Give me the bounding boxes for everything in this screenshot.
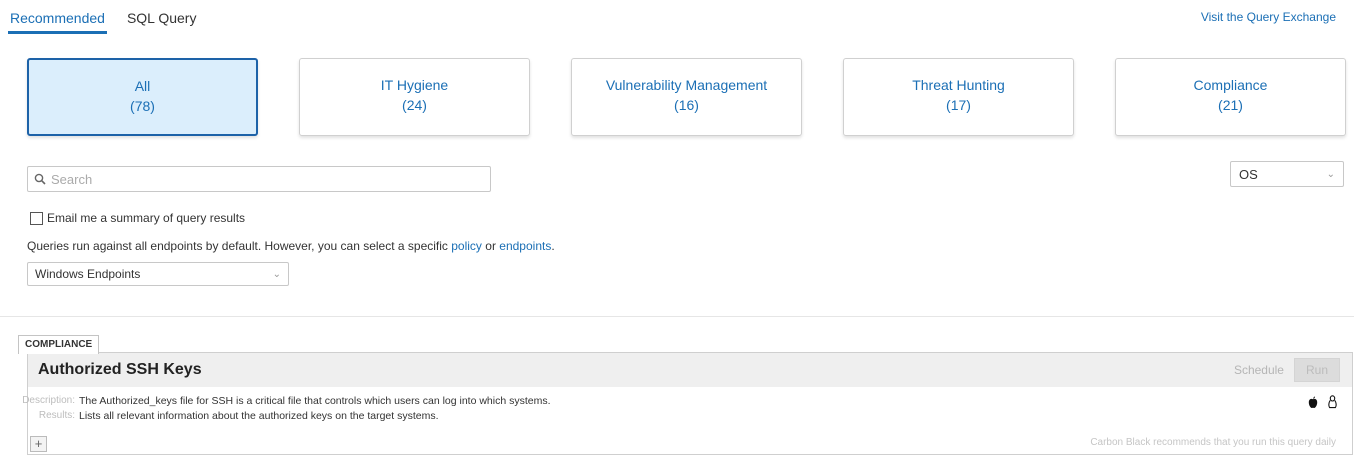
category-label: Compliance — [1193, 77, 1268, 93]
email-summary-option: Email me a summary of query results — [30, 211, 245, 225]
category-count: (21) — [1218, 97, 1243, 113]
schedule-button[interactable]: Schedule — [1234, 363, 1284, 377]
endpoints-link[interactable]: endpoints — [499, 239, 551, 253]
tab-bar: Recommended SQL Query — [8, 8, 198, 34]
tab-sql-query[interactable]: SQL Query — [125, 8, 199, 34]
query-category-label: COMPLIANCE — [18, 335, 100, 354]
category-card-all[interactable]: All (78) — [27, 58, 258, 136]
query-card: Authorized SSH Keys Schedule Run Descrip… — [22, 352, 1353, 455]
os-filter-select[interactable]: OS ⌄ — [1230, 161, 1344, 187]
category-cards: All (78) IT Hygiene (24) Vulnerability M… — [27, 58, 1347, 138]
category-count: (78) — [130, 98, 155, 114]
endpoint-select-value: Windows Endpoints — [35, 267, 141, 281]
divider — [0, 316, 1354, 317]
category-count: (17) — [946, 97, 971, 113]
endpoint-select[interactable]: Windows Endpoints ⌄ — [27, 262, 289, 286]
category-count: (24) — [402, 97, 427, 113]
category-label: Vulnerability Management — [605, 77, 768, 93]
category-label: IT Hygiene — [380, 77, 449, 93]
linux-icon — [1328, 395, 1337, 409]
query-title: Authorized SSH Keys — [38, 361, 202, 378]
results-value: Lists all relevant information about the… — [79, 409, 439, 422]
scope-text: Queries run against all endpoints by def… — [27, 239, 452, 253]
category-card-compliance[interactable]: Compliance (21) — [1115, 58, 1346, 136]
category-card-vulnerability-management[interactable]: Vulnerability Management (16) — [571, 58, 802, 136]
policy-link[interactable]: policy — [451, 239, 482, 253]
query-actions: Schedule Run — [1234, 358, 1340, 382]
run-button[interactable]: Run — [1293, 358, 1340, 382]
query-card-header: Authorized SSH Keys Schedule Run — [28, 353, 1352, 387]
scope-text-or: or — [481, 239, 500, 253]
results-key: Results: — [38, 410, 75, 421]
scope-text-end: . — [551, 239, 555, 253]
tab-recommended[interactable]: Recommended — [8, 8, 107, 34]
results-row: Results: Lists all relevant information … — [28, 408, 1352, 423]
query-card-body: Description: The Authorized_keys file fo… — [22, 387, 1352, 454]
email-summary-checkbox[interactable] — [30, 211, 43, 225]
search-box[interactable] — [27, 166, 491, 192]
category-card-threat-hunting[interactable]: Threat Hunting (17) — [843, 58, 1074, 136]
description-row: Description: The Authorized_keys file fo… — [22, 393, 1352, 408]
description-key: Description: — [22, 395, 75, 406]
platform-icons — [1307, 395, 1338, 409]
query-exchange-link[interactable]: Visit the Query Exchange — [1201, 10, 1336, 24]
category-count: (16) — [674, 97, 699, 113]
category-label: All — [134, 78, 151, 94]
category-card-it-hygiene[interactable]: IT Hygiene (24) — [299, 58, 530, 136]
recommendation-text: Carbon Black recommends that you run thi… — [1090, 437, 1336, 448]
chevron-down-icon: ⌄ — [1326, 168, 1335, 180]
description-value: The Authorized_keys file for SSH is a cr… — [79, 394, 551, 407]
category-label: Threat Hunting — [912, 77, 1005, 93]
chevron-down-icon: ⌄ — [272, 268, 281, 280]
email-summary-label: Email me a summary of query results — [47, 211, 246, 225]
search-input[interactable] — [51, 171, 471, 187]
apple-icon — [1308, 396, 1318, 408]
os-select-value: OS — [1239, 166, 1258, 182]
search-icon — [34, 173, 46, 185]
endpoint-scope-info: Queries run against all endpoints by def… — [27, 239, 555, 253]
expand-button[interactable]: + — [30, 436, 47, 452]
